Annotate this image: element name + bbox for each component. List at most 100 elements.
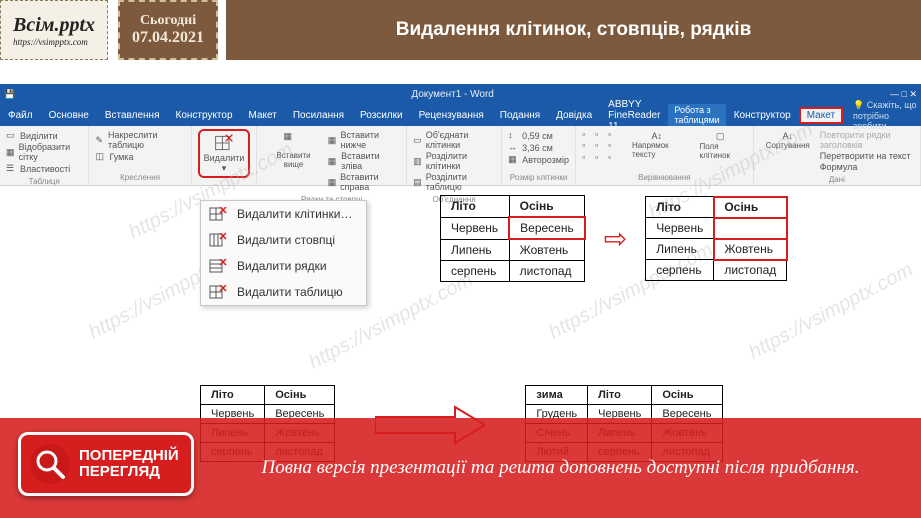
table-header: Осінь [652,386,722,405]
eraser-icon: ◫ [95,151,106,162]
slide-title: Видалення клітинок, стовпців, рядків [396,19,752,41]
text-direction-button[interactable]: A↕Напрямок тексту [626,129,688,162]
col-width[interactable]: ↔3,36 см [508,142,569,153]
eraser-button[interactable]: ◫Гумка [95,151,184,162]
group-cellsize: ↕0,59 см ↔3,36 см ▦Авторозмір Розмір клі… [502,126,576,185]
tab-help[interactable]: Довідка [548,110,600,121]
window-controls[interactable]: — □ ✕ [890,89,917,100]
group-table: ▭Виділити ▦Відобразити сітку ☰Властивост… [0,126,89,185]
date-value: 07.04.2021 [132,29,204,47]
align-bc-icon[interactable]: ▫ [595,152,607,162]
align-ml-icon[interactable]: ▫ [582,140,594,150]
date-label: Сьогодні [140,13,196,29]
table-header: Осінь [265,386,335,405]
table-cell: Жовтень [509,239,585,261]
table-cell: серпень [441,261,510,282]
split-cells-button[interactable]: ▥Розділити клітинки [413,151,495,171]
save-icon[interactable]: 💾 [4,89,15,100]
delete-columns-item[interactable]: Видалити стовпці [201,227,366,253]
table-header-highlighted: Осінь [714,197,787,218]
group-merge: ▭Об'єднати клітинки ▥Розділити клітинки … [407,126,502,185]
tab-file[interactable]: Файл [0,110,41,121]
align-tr-icon[interactable]: ▫ [608,129,620,139]
formula-button[interactable]: Формула [820,162,914,172]
row-height[interactable]: ↕0,59 см [508,130,569,141]
tab-view[interactable]: Подання [492,110,548,121]
table-header: зима [526,386,588,405]
group-align: ▫▫▫ ▫▫▫ ▫▫▫ A↕Напрямок тексту ▢Поля кліт… [576,126,754,185]
table-cell: Липень [441,239,510,261]
table-header: Літо [201,386,265,405]
table-header: Осінь [509,196,585,218]
delete-table-item[interactable]: Видалити таблицю [201,279,366,305]
chevron-down-icon: ▾ [222,163,227,174]
split-table-icon: ▤ [413,177,423,188]
tab-insert[interactable]: Вставлення [97,110,168,121]
table-cell: листопад [509,261,585,282]
insert-below-icon: ▦ [328,135,338,146]
insert-right-button[interactable]: ▦Вставити справа [328,172,400,192]
table-after-cell-delete: ЛітоОсінь Червень ЛипеньЖовтень серпеньл… [645,196,787,281]
align-mc-icon[interactable]: ▫ [595,140,607,150]
delete-cells-icon [209,207,227,221]
repeat-headers-button[interactable]: Повторити рядки заголовків [820,130,914,150]
ribbon-toolbar: ▭Виділити ▦Відобразити сітку ☰Властивост… [0,126,921,186]
table-before: ЛітоОсінь ЧервеньВересень ЛипеньЖовтень … [440,195,586,282]
tab-table-design[interactable]: Конструктор [726,110,799,121]
select-button[interactable]: ▭Виділити [6,130,82,141]
align-tc-icon[interactable]: ▫ [595,129,607,139]
pencil-icon: ✎ [95,135,105,146]
table-cell [714,218,787,239]
group-label: Дані [760,175,914,184]
align-br-icon[interactable]: ▫ [608,152,620,162]
tab-design[interactable]: Конструктор [168,110,241,121]
table-cell-highlighted: Вересень [509,217,585,239]
cell-margins-button[interactable]: ▢Поля клітинок [694,129,747,162]
delete-cells-item[interactable]: Видалити клітинки… [201,201,366,227]
autofit-button[interactable]: ▦Авторозмір [508,154,569,165]
sort-button[interactable]: A↓Сортування [760,129,816,173]
tab-table-layout[interactable]: Макет [799,107,843,124]
delete-table-icon [214,133,234,153]
sort-icon: A↓ [782,131,793,141]
select-icon: ▭ [6,130,17,141]
draw-table-button[interactable]: ✎Накреслити таблицю [95,130,184,150]
merge-icon: ▭ [413,135,423,146]
insert-above-button[interactable]: ▦ Вставити вище [263,129,323,193]
delete-table-icon [209,285,227,299]
delete-rows-item[interactable]: Видалити рядки [201,253,366,279]
group-draw: ✎Накреслити таблицю ◫Гумка Креслення [89,126,191,185]
insert-left-button[interactable]: ▦Вставити зліва [328,151,400,171]
properties-button[interactable]: ☰Властивості [6,163,82,174]
group-label: Таблиця [6,177,82,186]
upper-tables-area: ЛітоОсінь ЧервеньВересень ЛипеньЖовтень … [440,195,787,282]
insert-below-button[interactable]: ▦Вставити нижче [328,130,400,150]
align-bl-icon[interactable]: ▫ [582,152,594,162]
table-header: Літо [441,196,510,218]
ribbon-titlebar: 💾 Документ1 - Word — □ ✕ [0,84,921,104]
insert-right-icon: ▦ [328,177,337,188]
table-cell: листопад [714,260,787,281]
merge-cells-button[interactable]: ▭Об'єднати клітинки [413,130,495,150]
align-grid[interactable]: ▫▫▫ ▫▫▫ ▫▫▫ [582,129,620,162]
gridlines-button[interactable]: ▦Відобразити сітку [6,142,82,162]
tab-layout[interactable]: Макет [241,110,285,121]
tab-review[interactable]: Рецензування [411,110,492,121]
table-header: Літо [588,386,652,405]
table-header: Літо [646,197,714,218]
grid-icon: ▦ [6,147,16,158]
context-label: Робота з таблицями [674,105,719,125]
split-table-button[interactable]: ▤Розділити таблицю [413,172,495,192]
align-tl-icon[interactable]: ▫ [582,129,594,139]
tab-references[interactable]: Посилання [285,110,352,121]
width-icon: ↔ [508,142,519,153]
tab-home[interactable]: Основне [41,110,97,121]
tab-mailings[interactable]: Розсилки [352,110,411,121]
group-data: A↓Сортування Повторити рядки заголовків … [754,126,921,185]
table-cell: Липень [646,239,714,260]
preview-text: ПОПЕРЕДНІЙ ПЕРЕГЛЯД [79,448,179,481]
delete-button[interactable]: Видалити ▾ [198,129,251,178]
group-rowscols: ▦ Вставити вище ▦Вставити нижче ▦Вставит… [257,126,407,185]
align-mr-icon[interactable]: ▫ [608,140,620,150]
convert-text-button[interactable]: Перетворити на текст [820,151,914,161]
